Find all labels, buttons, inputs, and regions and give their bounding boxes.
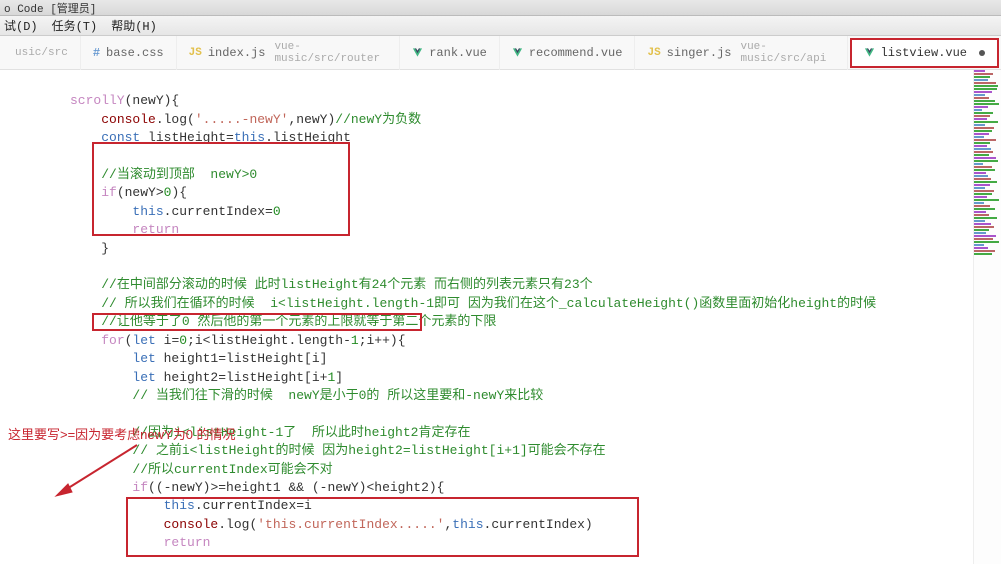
menubar: 试(D) 任务(T) 帮助(H) [0, 16, 1001, 36]
menu-bangzhu[interactable]: 帮助(H) [111, 17, 157, 34]
js-icon: JS [647, 47, 660, 59]
tab-recommendvue[interactable]: recommend.vue [500, 36, 636, 70]
code-token: scrollY [70, 93, 125, 108]
js-icon: JS [189, 47, 202, 59]
annotation-arrow-icon [52, 440, 142, 502]
window-titlebar: o Code [管理员] [0, 0, 1001, 16]
vue-icon [512, 47, 523, 58]
tab-singerjs[interactable]: JSsinger.jsvue-music/src/api [635, 36, 847, 70]
minimap[interactable] [973, 70, 1001, 564]
vue-icon [864, 47, 875, 58]
vue-icon [412, 47, 423, 58]
tab-basecss[interactable]: #base.css [81, 36, 177, 70]
tab-indexjs[interactable]: JSindex.jsvue-music/src/router [177, 36, 401, 70]
menu-renwu[interactable]: 任务(T) [52, 17, 98, 34]
tab-bar: usic/src #base.css JSindex.jsvue-music/s… [0, 36, 1001, 70]
hash-icon: # [93, 46, 100, 60]
tab-usicsrc[interactable]: usic/src [0, 36, 81, 70]
dirty-indicator-icon [979, 50, 985, 56]
tab-rankvue[interactable]: rank.vue [400, 36, 500, 70]
tab-listviewvue[interactable]: listview.vue [850, 38, 999, 68]
code-editor[interactable]: scrollY(newY){ console.log('.....-newY',… [0, 70, 973, 564]
menu-shi[interactable]: 试(D) [4, 17, 38, 34]
